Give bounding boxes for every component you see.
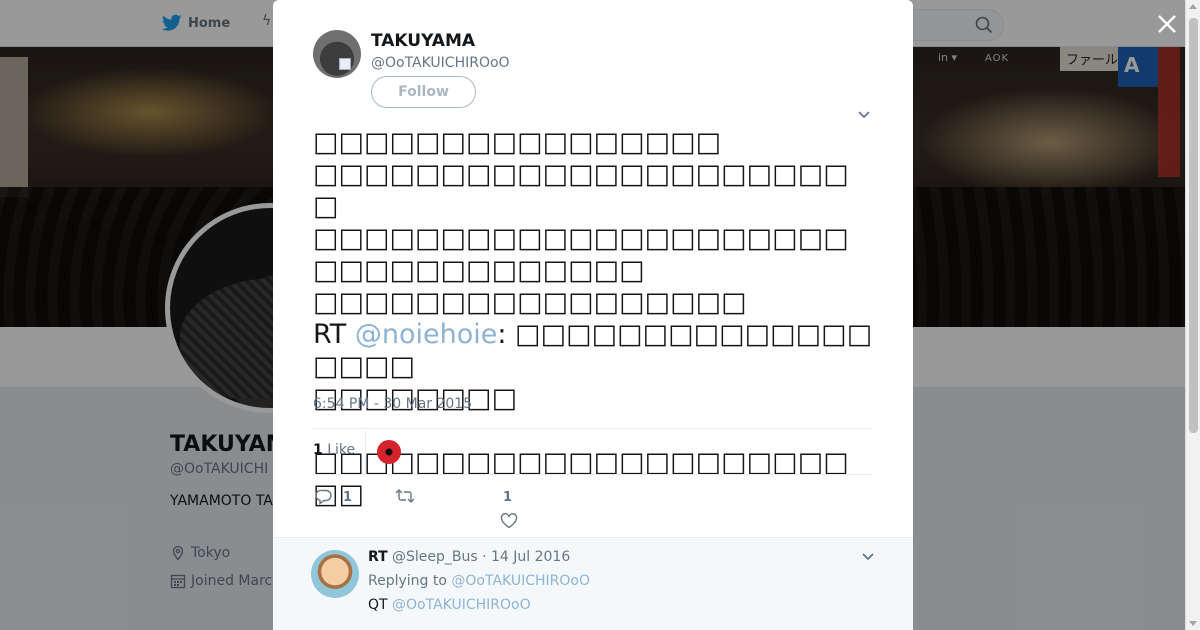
reply-count: 1 [343, 489, 353, 505]
mention-link[interactable]: @noiehoie [355, 319, 498, 350]
retweet-button[interactable] [395, 488, 415, 504]
liker-avatar[interactable] [377, 440, 401, 464]
chevron-down-icon[interactable] [861, 552, 875, 562]
heart-icon[interactable] [500, 513, 518, 529]
reply-author-avatar[interactable] [311, 550, 359, 598]
reply-icon [315, 489, 332, 505]
reply-text-prefix: QT [368, 597, 393, 613]
tweet-modal: TAKUYAMA @OoTAKUICHIROoO Follow □□□□□□□□… [273, 0, 913, 630]
likes-stat-label: Like [327, 442, 356, 458]
tweet-text-line: □□□□□□□□□□□□□□□□ [313, 127, 722, 158]
tweet-text-line: □□□□□□□□□□□□□□□□□□□□□□ [313, 159, 849, 222]
chevron-down-icon[interactable] [857, 110, 871, 120]
follow-button[interactable]: Follow [371, 76, 476, 108]
tweet-timestamp[interactable]: 6:54 PM - 30 Mar 2015 [313, 396, 472, 412]
likes-stat-count: 1 [313, 442, 323, 458]
tweet-actions: 1 1 [313, 486, 873, 529]
reply-author-name[interactable]: RT [368, 549, 388, 565]
close-icon[interactable] [1154, 11, 1180, 37]
stats-divider [365, 431, 366, 473]
tweet-text-line: □□□□□□□□□□□□□□□□□□□□□□□□□□□□□□□□□□ [313, 223, 849, 286]
reply-button[interactable]: 1 [315, 488, 352, 506]
scroll-down-arrow[interactable] [1189, 621, 1197, 626]
page-scrollbar[interactable] [1185, 0, 1200, 630]
rt-prefix: RT [313, 319, 355, 350]
replying-to: Replying to @OoTAKUICHIROoO [368, 573, 590, 589]
tweet-text-line: □□□□□□□□□□□□□□□□□ [313, 287, 747, 318]
close-modal-button[interactable] [1154, 11, 1180, 37]
reply-tweet[interactable]: RT @Sleep_Bus · 14 Jul 2016 Replying to … [273, 537, 913, 630]
tweet-author-handle[interactable]: @OoTAKUICHIROoO [371, 55, 510, 71]
tweet-author-avatar[interactable] [313, 30, 361, 78]
reply-handle-date[interactable]: @Sleep_Bus · 14 Jul 2016 [392, 549, 570, 565]
replying-to-prefix: Replying to [368, 573, 452, 589]
retweet-icon [395, 489, 415, 503]
likes-stat[interactable]: 1 Like [313, 442, 355, 458]
replying-to-link[interactable]: @OoTAKUICHIROoO [451, 573, 590, 589]
tweet-stats: 1 Like [313, 428, 873, 475]
reply-text: QT @OoTAKUICHIROoO [368, 597, 531, 613]
reply-mention-link[interactable]: @OoTAKUICHIROoO [392, 597, 531, 613]
scrollbar-thumb[interactable] [1189, 18, 1198, 433]
tweet-author-name[interactable]: TAKUYAMA [371, 31, 475, 51]
scroll-up-arrow[interactable] [1189, 4, 1197, 9]
like-count: 1 [503, 490, 513, 505]
